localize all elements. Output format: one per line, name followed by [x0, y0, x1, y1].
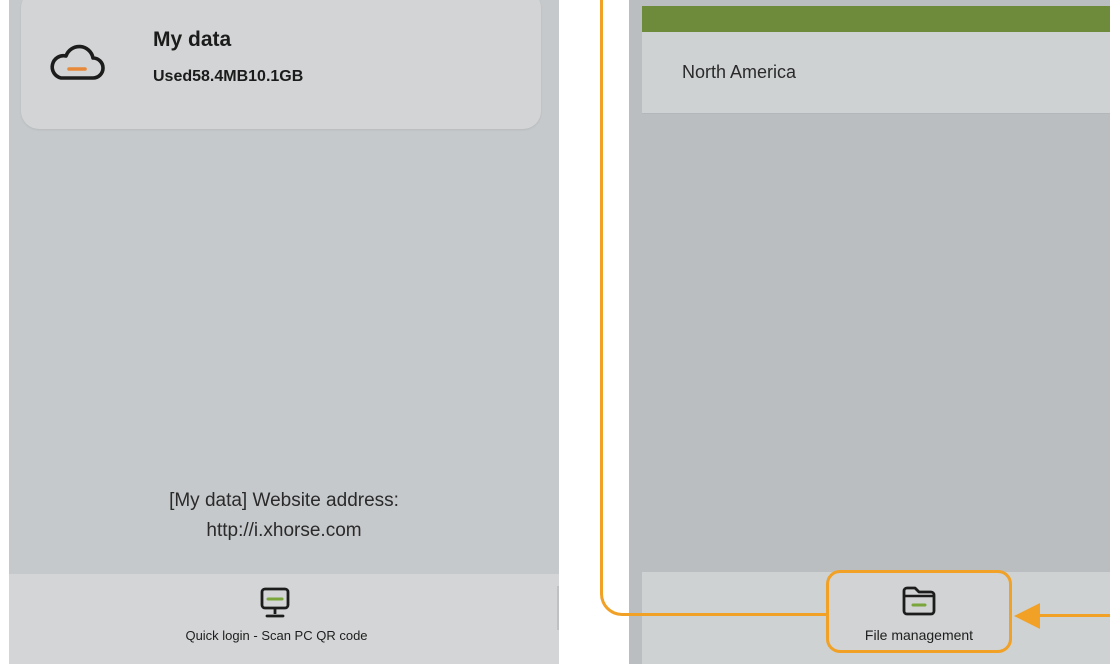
website-url: http://i.xhorse.com: [206, 520, 362, 541]
folder-icon: [902, 586, 936, 616]
website-note-line1: [My data] Website address:: [169, 490, 399, 511]
quick-login-button[interactable]: Quick login - Scan PC QR code: [9, 574, 559, 664]
callout-arrow-head: [1014, 603, 1040, 629]
card-title: My data: [153, 28, 232, 51]
file-management-label: File management: [864, 627, 974, 643]
file-management-button[interactable]: File management: [826, 570, 1012, 653]
my-data-card[interactable]: My data Used58.4MB10.1GB: [21, 0, 541, 129]
monitor-icon: [260, 587, 290, 618]
callout-arrow-line: [1036, 614, 1110, 617]
cloud-icon: [50, 44, 105, 80]
callout-connector-line: [600, 0, 832, 616]
website-note: [My data] Website address: http://i.xhor…: [9, 486, 559, 546]
screenshot-stage: My data Used58.4MB10.1GB [My data] Websi…: [0, 0, 1110, 664]
my-data-screen: My data Used58.4MB10.1GB [My data] Websi…: [9, 0, 559, 664]
storage-usage: Used58.4MB10.1GB: [153, 68, 304, 85]
quick-login-label: Quick login - Scan PC QR code: [185, 628, 368, 643]
bar-divider: [557, 586, 559, 630]
